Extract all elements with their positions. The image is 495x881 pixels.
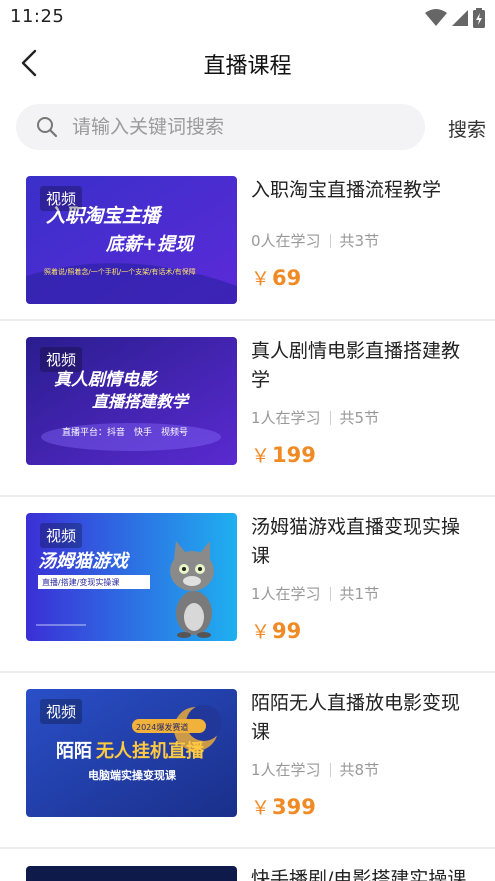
- course-list: 入职淘宝主播 底薪+提现 照着说/照着念/一个手机/一个支架/有话术/有保障 视…: [0, 160, 495, 849]
- wifi-icon: [425, 9, 447, 26]
- video-tag: 视频: [40, 186, 83, 211]
- course-price: ￥69: [251, 264, 301, 291]
- thumb-line1b: 无人挂机直播: [96, 740, 205, 762]
- thumb-line2: 直播/搭建/变现实操课: [42, 577, 119, 587]
- course-meta: 1人在学习 共5节: [251, 407, 379, 428]
- price-value: 399: [272, 795, 316, 819]
- currency-symbol: ￥: [251, 621, 271, 643]
- thumb-line3: 照着说/照着念/一个手机/一个支架/有话术/有保障: [44, 267, 196, 276]
- video-tag: 视频: [40, 699, 83, 724]
- currency-symbol: ￥: [251, 268, 271, 290]
- course-title: 陌陌无人直播放电影变现课: [251, 692, 461, 743]
- course-meta: 0人在学习 共3节: [251, 230, 379, 251]
- course-item[interactable]: 真人剧情电影 直播搭建教学 直播平台：抖音 快手 视频号 视频 真人剧情电影直播…: [0, 321, 495, 497]
- meta-divider: [329, 233, 331, 248]
- learner-count: 1人在学习: [251, 761, 321, 779]
- nav-bar: 直播课程: [0, 34, 495, 90]
- course-meta: 1人在学习 共1节: [251, 583, 379, 604]
- thumb-line1a: 陌陌: [56, 741, 92, 762]
- course-price: ￥199: [251, 441, 316, 468]
- course-item[interactable]: 入职淘宝主播 底薪+提现 照着说/照着念/一个手机/一个支架/有话术/有保障 视…: [0, 160, 495, 321]
- thumb-line2: 底薪+提现: [105, 234, 195, 255]
- thumb-line1: 汤姆猫游戏: [38, 551, 130, 572]
- price-value: 69: [272, 266, 302, 290]
- course-item[interactable]: 2024爆发赛道 陌陌 无人挂机直播 电脑端实操变现课 视频 陌陌无人直播放电影…: [0, 673, 495, 849]
- thumb-line2: 电脑端实操变现课: [88, 768, 177, 782]
- course-price: ￥99: [251, 617, 301, 644]
- status-icons: [425, 8, 485, 28]
- learner-count: 0人在学习: [251, 232, 321, 250]
- lesson-count: 共8节: [339, 761, 380, 779]
- search-input[interactable]: [72, 116, 372, 138]
- currency-symbol: ￥: [251, 445, 271, 467]
- course-title: 快手播剧/电影搭建实操课: [251, 868, 467, 881]
- video-tag: 视频: [40, 347, 83, 372]
- price-value: 99: [272, 619, 302, 643]
- page-title: 直播课程: [203, 54, 292, 79]
- course-meta: 1人在学习 共8节: [251, 759, 379, 780]
- search-button[interactable]: 搜索: [448, 115, 486, 142]
- course-price: ￥399: [251, 793, 316, 820]
- search-box: [16, 104, 425, 150]
- lesson-count: 共5节: [339, 409, 380, 427]
- video-tag: 视频: [40, 523, 83, 548]
- thumb-line3: 直播平台：抖音 快手 视频号: [62, 426, 188, 438]
- lesson-count: 共3节: [339, 232, 380, 250]
- course-item-partial[interactable]: 快手播剧/电影搭建实操课: [0, 864, 495, 881]
- search-row: 搜索: [16, 104, 486, 150]
- price-value: 199: [272, 443, 316, 467]
- course-item[interactable]: 汤姆猫游戏 直播/搭建/变现实操课 视频 汤姆猫游戏直播变现实操课 1人在学习 …: [0, 497, 495, 673]
- signal-icon: [452, 10, 468, 26]
- thumb-line1: 真人剧情电影: [54, 370, 159, 390]
- course-title: 入职淘宝直播流程教学: [251, 179, 442, 201]
- learner-count: 1人在学习: [251, 585, 321, 603]
- search-icon: [37, 117, 58, 138]
- course-thumbnail: [26, 866, 237, 881]
- status-time: 11:25: [10, 6, 65, 27]
- meta-divider: [329, 586, 331, 601]
- thumb-line2: 直播搭建教学: [92, 392, 190, 411]
- course-title: 真人剧情电影直播搭建教学: [251, 340, 461, 391]
- thumb-badge: 2024爆发赛道: [136, 722, 188, 732]
- currency-symbol: ￥: [251, 797, 271, 819]
- learner-count: 1人在学习: [251, 409, 321, 427]
- status-bar: 11:25: [0, 0, 495, 34]
- meta-divider: [329, 762, 331, 777]
- battery-icon: [473, 8, 485, 28]
- meta-divider: [329, 410, 331, 425]
- lesson-count: 共1节: [339, 585, 380, 603]
- course-title: 汤姆猫游戏直播变现实操课: [251, 516, 461, 567]
